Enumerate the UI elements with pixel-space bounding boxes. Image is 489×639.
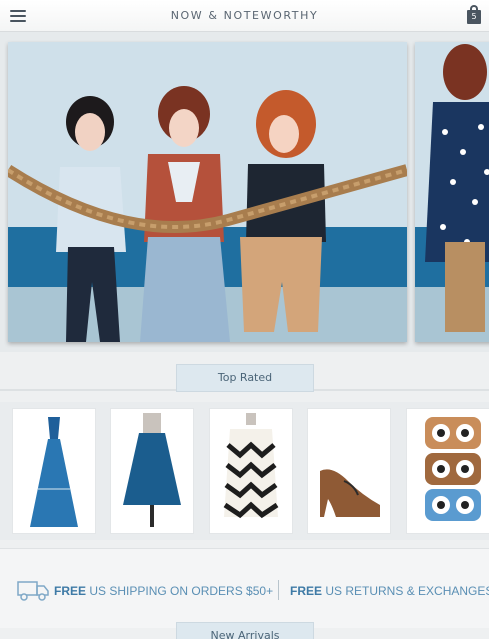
owl-pouches-image [425, 417, 481, 521]
blue-skirt-image [123, 413, 181, 527]
featured-carousel[interactable] [0, 32, 489, 352]
brown-oxford-heel-image [320, 469, 380, 517]
truck-icon [17, 581, 49, 601]
featured-photo [8, 42, 407, 342]
shipping-banner: FREE US SHIPPING ON ORDERS $50+ FREE US … [0, 548, 489, 628]
free-returns-link[interactable]: FREE US RETURNS & EXCHANGES [290, 584, 489, 598]
blue-halter-dress-image [30, 417, 78, 527]
tab-top-rated[interactable]: Top Rated [176, 364, 314, 392]
separator [278, 580, 279, 600]
top-rated-products[interactable] [0, 402, 489, 540]
free-shipping-link[interactable]: FREE US SHIPPING ON ORDERS $50+ [54, 584, 273, 598]
chevron-top-image [223, 413, 279, 519]
product-card[interactable] [307, 408, 391, 534]
next-slide-preview[interactable] [415, 42, 489, 342]
product-card[interactable] [110, 408, 194, 534]
product-card[interactable] [406, 408, 489, 534]
product-card[interactable] [12, 408, 96, 534]
tab-new-arrivals[interactable]: New Arrivals [176, 622, 314, 639]
cart-count: 5 [467, 10, 481, 24]
shipping-promo: FREE US SHIPPING ON ORDERS $50+ FREE US … [0, 578, 489, 606]
page-title: NOW & NOTEWORTHY [170, 9, 319, 22]
shopping-bag-icon[interactable]: 5 [467, 5, 481, 24]
next-slide-photo [415, 42, 489, 342]
featured-slide[interactable] [8, 42, 407, 342]
top-bar: NOW & NOTEWORTHY 5 [0, 0, 489, 32]
product-card[interactable] [209, 408, 293, 534]
